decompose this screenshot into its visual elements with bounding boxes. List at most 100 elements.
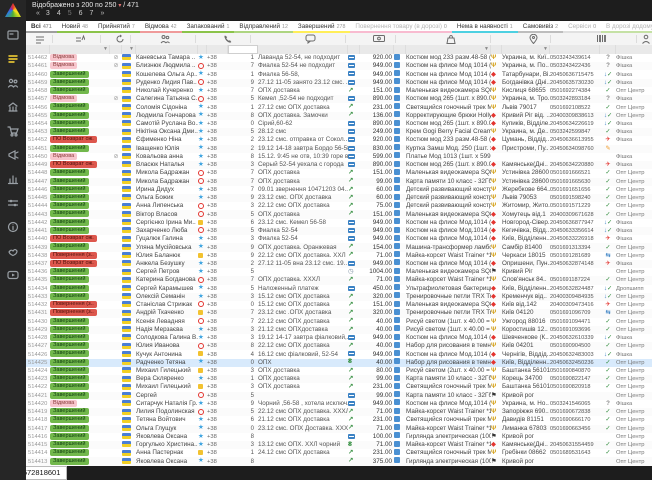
delivery-address: Київ 04120 [502,309,550,317]
order-row-514422[interactable]: 514422ЗавершенийМихаил Гилецький+383ОПХ … [26,383,652,391]
pager-last-button[interactable]: » [100,10,103,17]
sidebar-sliders-icon[interactable] [0,191,26,215]
blocked-info-icon[interactable]: ⊘ [113,154,118,160]
blocked-info-icon[interactable]: ⊘ [113,96,118,102]
order-row-514420[interactable]: 514420ВідмоваСитарчук Наталія Гр..★+389Ч… [26,400,652,408]
sidebar-office-icon[interactable] [0,95,26,119]
order-row-514438[interactable]: 514438Повернення (з..Юлия Баланюк+38922.… [26,252,652,260]
pager-first-button[interactable]: « [36,10,39,17]
order-row-514444[interactable]: 514444ЗавершенийАнна Липенська+38322.12 … [26,202,652,210]
order-row-514426[interactable]: 514426ЗавершенийКучук Антонина+38416.12 … [26,350,652,358]
order-row-514446[interactable]: 514446ЗавершенийИрина Дидух★+38709.01 зв… [26,186,652,194]
order-row-514442[interactable]: 514442ЗавершенийСергієнко Ірина Ми..+386… [26,219,652,227]
order-row-514457[interactable]: 514457Відмова⊘Салегина Татьяна С..+385Ке… [26,95,652,103]
order-row-514429[interactable]: 514429ЗавершенийНадія Мерзаєва★+38321.12… [26,326,652,334]
order-row-514436[interactable]: 514436ЗавершенийСергей Петров★+385◷1004.… [26,268,652,276]
tab-повернення-товару-в-дорозі-[interactable]: Повернення товару (в дорозі)0 [350,21,451,33]
order-row-514415[interactable]: 514415ЗавершенийГоргулько Христина..★+38… [26,441,652,449]
filter-input-count[interactable] [228,45,258,54]
filter-address-dropdown[interactable]: ▼ [502,45,550,54]
sidebar-cards-icon[interactable] [0,23,26,47]
order-row-514428[interactable]: 514428ЗавершенийСолодкова Галина В..★+38… [26,334,652,342]
tab-завершений[interactable]: Завершений278 [293,21,351,33]
filter-flag-dropdown[interactable]: ▼ [122,45,136,54]
order-row-514414[interactable]: 514414ЗавершенийАнна Пастернак+38124.12 … [26,449,652,457]
tab-відправлений[interactable]: Відправлений12 [234,21,292,33]
pager-page-7[interactable]: 7 [90,10,94,17]
tab-всі[interactable]: Всі471 [26,21,57,33]
order-row-514430[interactable]: 514430ЗавершенийКсенія Левадняя+38722.12… [26,318,652,326]
order-row-514419[interactable]: 514419ЗавершенийЛилия Подолинская+38522.… [26,408,652,416]
order-row-514416[interactable]: 514416ЗавершенийЯковлева Оксана★+388100.… [26,433,652,441]
sidebar-video-icon[interactable] [0,263,26,287]
filter-product-dropdown[interactable]: ▼ [406,45,491,54]
order-row-514418[interactable]: 514418ЗавершенийТетяна Войтович★+38621.1… [26,416,652,424]
order-row-514453[interactable]: 514453ЗавершенийНікітіна Оксана Дми..★+3… [26,128,652,136]
sidebar-cart-icon[interactable] [0,119,26,143]
order-row-514456[interactable]: 514456ЗавершенийСоломія Сідоніна★+38127.… [26,103,652,111]
tab-в-дорозі-додому[interactable]: В дорозі додому0 [601,21,652,33]
order-row-514461[interactable]: 514461Відмова⊘Близнюк Людмила ..+387Фиал… [26,62,652,70]
tab-сервіси[interactable]: Сервіси0 [563,21,601,33]
sidebar-orders-list-icon[interactable] [0,47,26,71]
order-row-514445[interactable]: 514445ЗавершенийОльга Божик★+38923.12 см… [26,194,652,202]
order-row-514454[interactable]: 514454ЗавершенийСамотій Руслана Во..★+38… [26,120,652,128]
order-row-514447[interactable]: 514447ЗавершенийМикола Бадражан+387ОПХ д… [26,178,652,186]
pager-page-4[interactable]: 4 [57,10,61,17]
app-logo-icon[interactable] [5,3,21,17]
pager-page-3[interactable]: 3 [46,10,50,17]
order-row-514437[interactable]: 514437ПО Возврат ож.Анжела Безушку★+3822… [26,260,652,268]
tab-count: 1 [226,24,229,30]
order-row-514449[interactable]: 514449ПО Возврат ож.Власюк Наталья★+383С… [26,161,652,169]
order-row-514432[interactable]: 514432Повернення (з..Станіслав Стрижак+3… [26,301,652,309]
sidebar-megaphone-icon[interactable] [0,143,26,167]
blocked-info-icon[interactable]: ⊘ [113,55,118,61]
order-row-514427[interactable]: 514427ЗавершенийЮлия Иванова+38822.12 см… [26,342,652,350]
order-row-514440[interactable]: 514440ПО Возврат ож.Гуцалюк Галина★+383Ф… [26,235,652,243]
sidebar-stats-icon[interactable] [0,167,26,191]
product-name: Тренировочные петли TRX Train [406,309,491,317]
order-row-514424[interactable]: 514424ЗавершенийМихаил Гилецький+383ОПХ … [26,367,652,375]
order-row-514450[interactable]: 514450Відмова⊘Ковальова анна★+38815.12. … [26,153,652,161]
tab-новий[interactable]: Новий48 [57,21,93,33]
order-row-514462[interactable]: 514462Відмова⊘Каневська Тамара ..★+381Ла… [26,54,652,62]
order-row-514413[interactable]: 514413ЗавершенийЯковлева Оксана★+388↗375… [26,457,652,465]
order-row-514448[interactable]: 514448ЗавершенийМикола Бадражан+387ОПХ д… [26,169,652,177]
client-name: Салегина Татьяна С.. [136,95,198,103]
filter-status-dropdown[interactable]: ▼ [50,45,110,54]
order-row-514421[interactable]: 514421ЗавершенийСергей+38599.00Карта пам… [26,392,652,400]
order-row-514431[interactable]: 514431Повернення (з..Андрій Ткаченко+387… [26,309,652,317]
sidebar-hand-icon[interactable] [0,239,26,263]
tab-самовивіз[interactable]: Самовивіз2 [518,21,563,33]
pager-page-6[interactable]: 6 [79,10,83,17]
order-row-514423[interactable]: 514423ЗавершенийВера Скляренко★+381ОПХ д… [26,375,652,383]
order-row-514443[interactable]: 514443ЗавершенийВіктор Власов+385ОПХ дос… [26,210,652,218]
cod-payment-icon: ↗ [348,169,353,177]
product-name: Майка-корсет Waist Trainer *142 [406,408,491,416]
order-row-514458[interactable]: 514458ЗавершенийНиколай Кучеренко★+387ОП… [26,87,652,95]
order-row-514459[interactable]: 514459ЗавершенийРуденко Лидия Пав..+3892… [26,79,652,87]
blocked-info-icon[interactable]: ⊘ [113,63,118,69]
order-row-514439[interactable]: 514439ЗавершенийУляна Мусійовська★+389ОП… [26,243,652,251]
sidebar-info-icon[interactable] [0,215,26,239]
pager-page-5[interactable]: 5 [68,10,72,17]
order-row-514460[interactable]: 514460ЗавершенийКошелева Ольга Ар..★+381… [26,70,652,78]
order-row-514441[interactable]: 514441ЗавершенийЗахарченко Люба+385Фиалк… [26,227,652,235]
card-payment-icon [348,286,355,291]
order-row-514434[interactable]: 514434ЗавершенийСергей Карамышев★+385Нал… [26,285,652,293]
order-row-514425[interactable]: 514425ЗавершенийРадченко Тетяна★+380ОПХ₴… [26,359,652,367]
tab-нема-в-наявності[interactable]: Нема в наявності1 [452,21,518,33]
order-row-514433[interactable]: 514433ЗавершенийОлексій Семанін★+38315.1… [26,293,652,301]
tab-відмова[interactable]: Відмова42 [140,21,182,33]
kyivstar-operator-icon: ★ [198,358,204,366]
tab-запакований[interactable]: Запакований1 [182,21,235,33]
tab-прийнятий[interactable]: Прийнятий7 [93,21,140,33]
order-row-514435[interactable]: 514435ЗавершенийКатерина Богданова+387ОП… [26,276,652,284]
range-dropdown-caret[interactable]: ▾ [118,3,121,9]
order-row-514455[interactable]: 514455ЗавершенийЛюдмила Гончарова★+388ОП… [26,112,652,120]
sidebar-clients-icon[interactable] [0,71,26,95]
order-row-514417[interactable]: 514417ЗавершенийОльга Глущук★+38023.12 с… [26,425,652,433]
order-row-514451[interactable]: 514451ЗавершенийІващенко Юлія★+38219.12 … [26,145,652,153]
order-row-514452[interactable]: 514452ПО Возврат ож.Єфименко Ніна★+38223… [26,136,652,144]
card-payment-icon [348,129,355,134]
